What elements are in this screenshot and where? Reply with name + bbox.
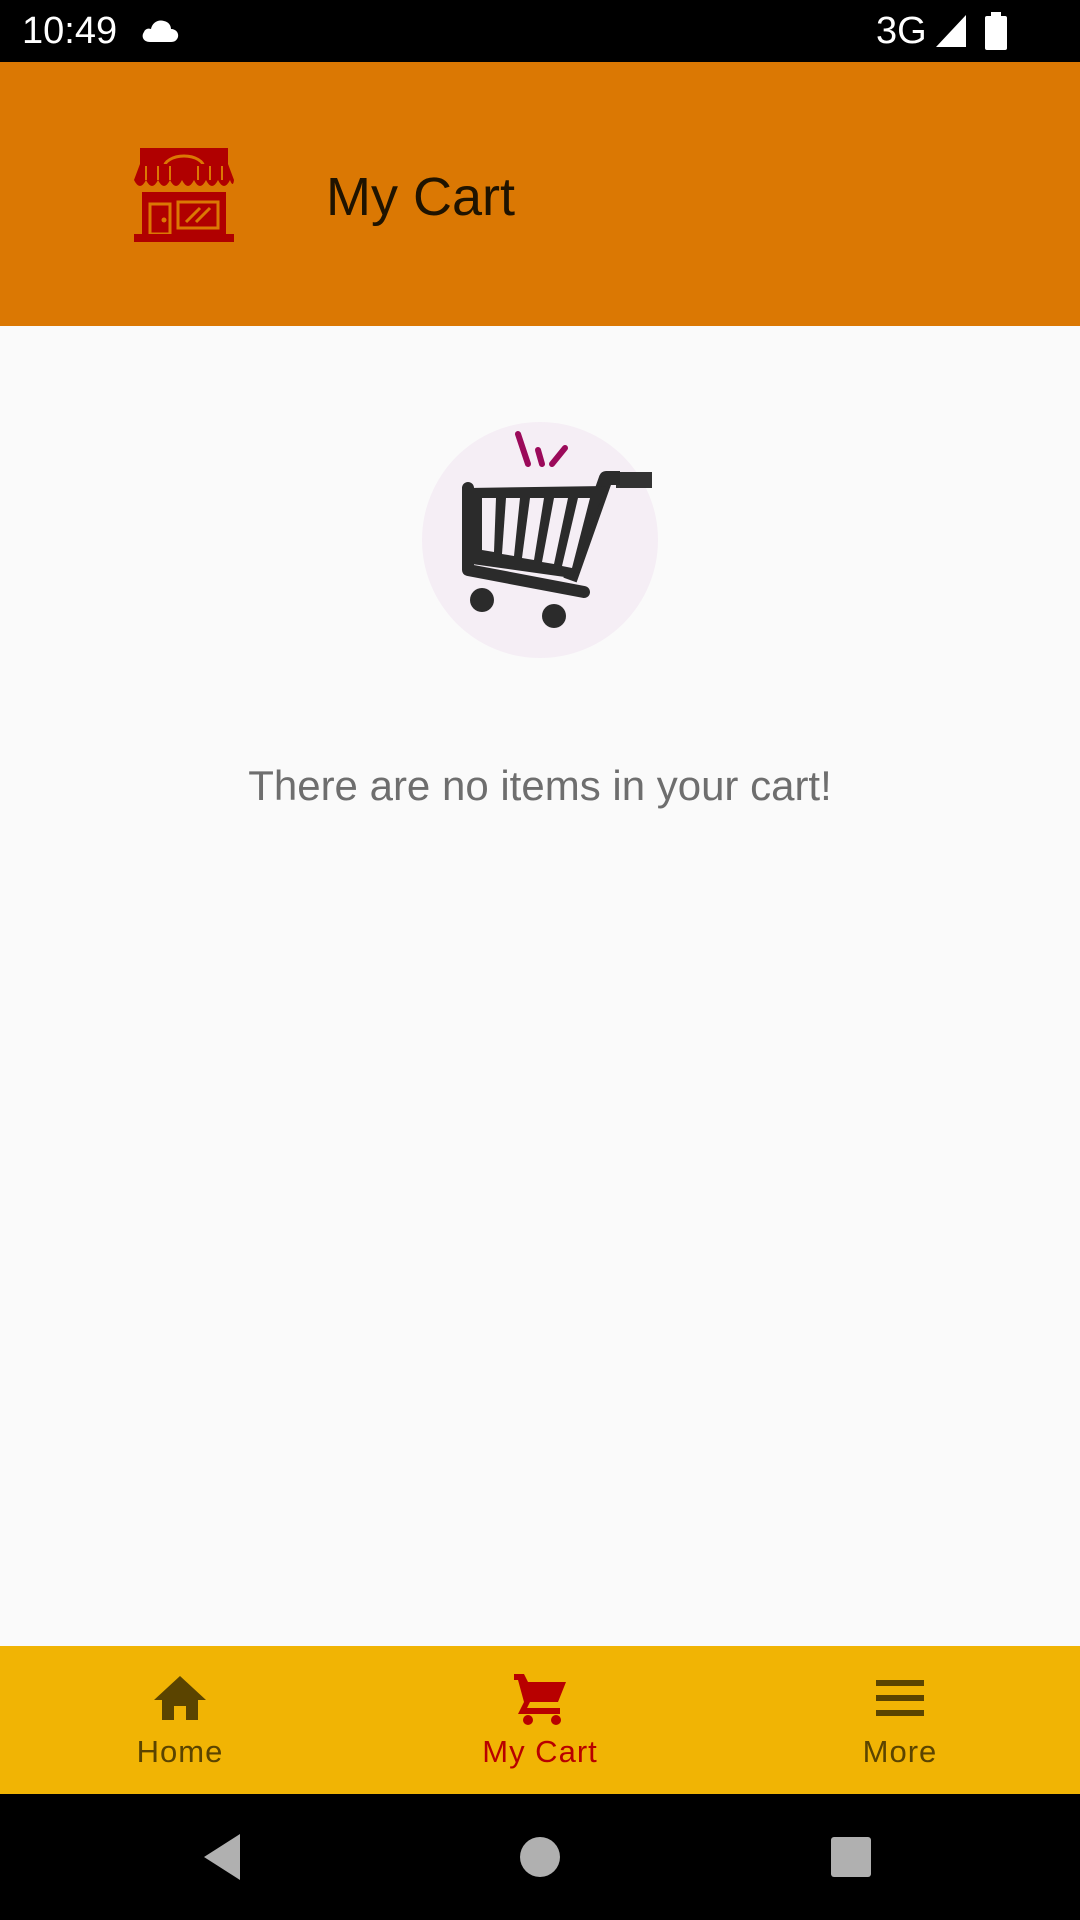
- nav-label-my-cart: My Cart: [482, 1734, 598, 1769]
- store-icon: [134, 148, 234, 242]
- bottom-navigation: Home My Cart More: [0, 1646, 1080, 1794]
- status-time: 10:49: [22, 10, 118, 52]
- signal-icon: [936, 15, 966, 47]
- status-bar: 10:49 3G: [0, 0, 1080, 62]
- menu-icon: [876, 1680, 924, 1716]
- page-title: My Cart: [326, 167, 515, 227]
- cart-icon: [514, 1674, 566, 1725]
- recents-icon[interactable]: [818, 1824, 884, 1890]
- screen: 10:49 3G My Cart There are no items in y…: [0, 0, 1080, 1920]
- home-circle-icon[interactable]: [507, 1824, 573, 1890]
- nav-label-home: Home: [136, 1734, 224, 1769]
- nav-label-more: More: [862, 1734, 938, 1769]
- app-bar: My Cart: [0, 62, 1080, 326]
- shopping-cart-illustration: [422, 422, 658, 658]
- back-icon[interactable]: [192, 1824, 258, 1890]
- cloud-icon: [142, 20, 179, 42]
- system-navigation-bar: [0, 1794, 1080, 1920]
- home-icon: [154, 1676, 206, 1720]
- empty-cart-message: There are no items in your cart!: [248, 762, 832, 809]
- nav-item-home[interactable]: Home: [0, 1646, 360, 1794]
- network-type: 3G: [876, 10, 927, 52]
- nav-item-more[interactable]: More: [720, 1646, 1080, 1794]
- nav-item-my-cart[interactable]: My Cart: [360, 1646, 720, 1794]
- battery-icon: [985, 12, 1007, 50]
